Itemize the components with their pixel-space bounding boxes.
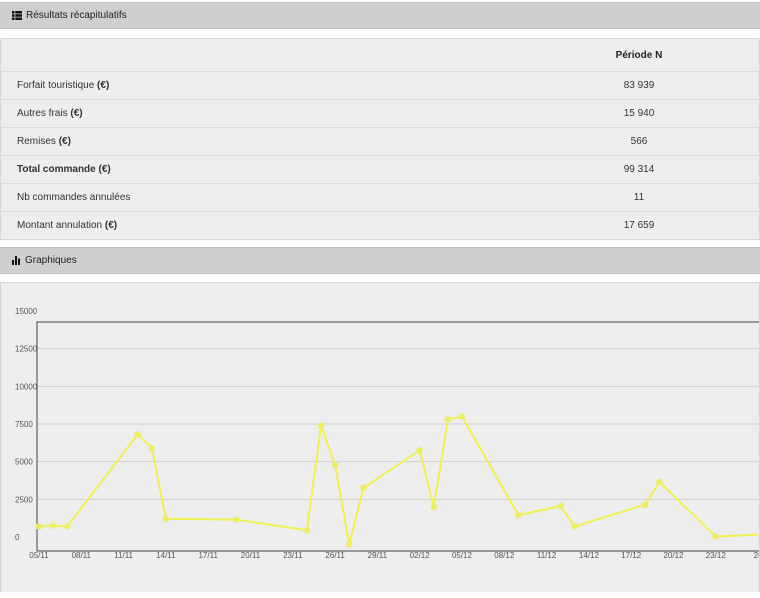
charts-panel-title: Graphiques bbox=[25, 255, 77, 266]
x-tick-label: 23/11 bbox=[283, 551, 303, 560]
summary-row: Autres frais (€) 15 940 bbox=[1, 99, 759, 128]
summary-row-label: Total commande (€) bbox=[1, 155, 519, 184]
row-label-text: Remises bbox=[17, 136, 56, 147]
summary-row-label: Remises (€) bbox=[1, 127, 519, 156]
data-point bbox=[444, 415, 452, 423]
summary-row-value: 15 940 bbox=[519, 99, 759, 128]
x-tick-label: 14/11 bbox=[156, 551, 176, 560]
data-point bbox=[571, 522, 579, 530]
y-tick-label: 15000 bbox=[15, 307, 38, 316]
bar-chart-icon bbox=[12, 256, 21, 265]
y-tick-label: 2500 bbox=[15, 495, 33, 504]
line-chart: 15000 12500 10000 7500 5000 2500 0 05/11 08/11 1… bbox=[15, 307, 760, 560]
chart-panel: 15000 12500 10000 7500 5000 2500 0 05/11 08/11 1… bbox=[0, 282, 760, 592]
data-point bbox=[458, 412, 466, 420]
data-point bbox=[712, 533, 720, 541]
row-label-text: Total commande bbox=[17, 164, 96, 175]
series-line bbox=[38, 415, 760, 545]
data-point bbox=[162, 515, 170, 523]
y-tick-label: 10000 bbox=[15, 382, 38, 391]
data-point bbox=[63, 522, 71, 530]
summary-row: Montant annulation (€) 17 659 bbox=[1, 212, 759, 240]
series-points bbox=[35, 412, 720, 549]
row-unit: (€) bbox=[97, 80, 110, 91]
summary-panel-title: Résultats récapitulatifs bbox=[26, 10, 127, 21]
row-label-text: Montant annulation bbox=[17, 220, 103, 231]
x-tick-label: 26/11 bbox=[325, 551, 345, 560]
x-tick-label: 26 bbox=[754, 551, 759, 560]
data-point bbox=[35, 522, 43, 530]
summary-row-value: 83 939 bbox=[519, 71, 759, 100]
y-axis-ticks: 15000 12500 10000 7500 5000 2500 0 bbox=[15, 307, 38, 542]
list-icon bbox=[12, 11, 22, 20]
summary-row: Total commande (€) 99 314 bbox=[1, 155, 759, 184]
x-tick-label: 20/12 bbox=[663, 551, 684, 560]
summary-row: Nb commandes annulées 11 bbox=[1, 183, 759, 212]
x-tick-label: 11/11 bbox=[114, 551, 133, 560]
row-unit: (€) bbox=[98, 164, 111, 175]
summary-row-label: Nb commandes annulées bbox=[1, 183, 519, 212]
row-label-text: Nb commandes annulées bbox=[17, 192, 131, 203]
data-point bbox=[430, 503, 438, 511]
x-tick-label: 29/11 bbox=[368, 551, 388, 560]
data-point bbox=[345, 541, 353, 549]
x-tick-label: 08/12 bbox=[494, 551, 515, 560]
data-point bbox=[641, 501, 649, 509]
summary-row: Forfait touristique (€) 83 939 bbox=[1, 71, 759, 100]
charts-panel-header: Graphiques bbox=[0, 247, 760, 274]
data-point bbox=[514, 511, 522, 519]
data-point bbox=[655, 478, 663, 486]
row-unit: (€) bbox=[70, 108, 83, 119]
data-point bbox=[49, 522, 57, 530]
summary-panel: Période N Forfait touristique (€) 83 939 A… bbox=[0, 38, 760, 240]
data-point bbox=[359, 484, 367, 492]
x-tick-label: 20/11 bbox=[241, 551, 261, 560]
x-tick-label: 02/12 bbox=[410, 551, 431, 560]
data-point bbox=[134, 431, 142, 439]
summary-panel-header: Résultats récapitulatifs bbox=[0, 2, 760, 29]
row-label-text: Forfait touristique bbox=[17, 80, 95, 91]
data-point bbox=[416, 446, 424, 454]
summary-row-value: 11 bbox=[519, 183, 759, 212]
x-tick-label: 14/12 bbox=[579, 551, 600, 560]
plot-frame bbox=[36, 321, 760, 552]
y-tick-label: 0 bbox=[15, 533, 20, 542]
y-tick-label: 12500 bbox=[15, 345, 38, 354]
summary-row-value: 566 bbox=[519, 127, 759, 156]
chart-gridlines bbox=[37, 348, 760, 500]
data-point bbox=[148, 444, 156, 452]
row-label-text: Autres frais bbox=[17, 108, 68, 119]
x-axis-ticks: 05/11 08/11 11/11 14/11 17/11 20/11 23/11 26/11… bbox=[29, 551, 760, 560]
summary-row-label: Forfait touristique (€) bbox=[1, 71, 519, 100]
summary-row: Remises (€) 566 bbox=[1, 127, 759, 156]
data-point bbox=[331, 461, 339, 469]
x-tick-label: 08/11 bbox=[72, 551, 92, 560]
row-unit: (€) bbox=[58, 136, 71, 147]
summary-table: Période N Forfait touristique (€) 83 939 A… bbox=[1, 39, 759, 239]
x-tick-label: 17/12 bbox=[621, 551, 642, 560]
summary-row-label: Montant annulation (€) bbox=[1, 212, 519, 240]
x-tick-label: 23/12 bbox=[706, 551, 727, 560]
y-tick-label: 5000 bbox=[15, 458, 33, 467]
row-unit: (€) bbox=[104, 220, 118, 231]
x-tick-label: 17/11 bbox=[198, 551, 218, 560]
x-tick-label: 05/11 bbox=[29, 551, 49, 560]
x-tick-label: 11/12 bbox=[537, 551, 557, 560]
data-point bbox=[232, 516, 240, 524]
summary-row-value: 99 314 bbox=[519, 155, 759, 184]
header-label-cell bbox=[1, 39, 519, 72]
y-tick-label: 7500 bbox=[15, 420, 33, 429]
data-point bbox=[317, 422, 325, 430]
data-point bbox=[557, 502, 565, 510]
summary-row-value: 17 659 bbox=[623, 220, 655, 231]
summary-row-label: Autres frais (€) bbox=[1, 99, 519, 128]
column-header-periode: Période N bbox=[519, 39, 759, 72]
x-tick-label: 05/12 bbox=[452, 551, 473, 560]
data-point bbox=[303, 526, 311, 534]
